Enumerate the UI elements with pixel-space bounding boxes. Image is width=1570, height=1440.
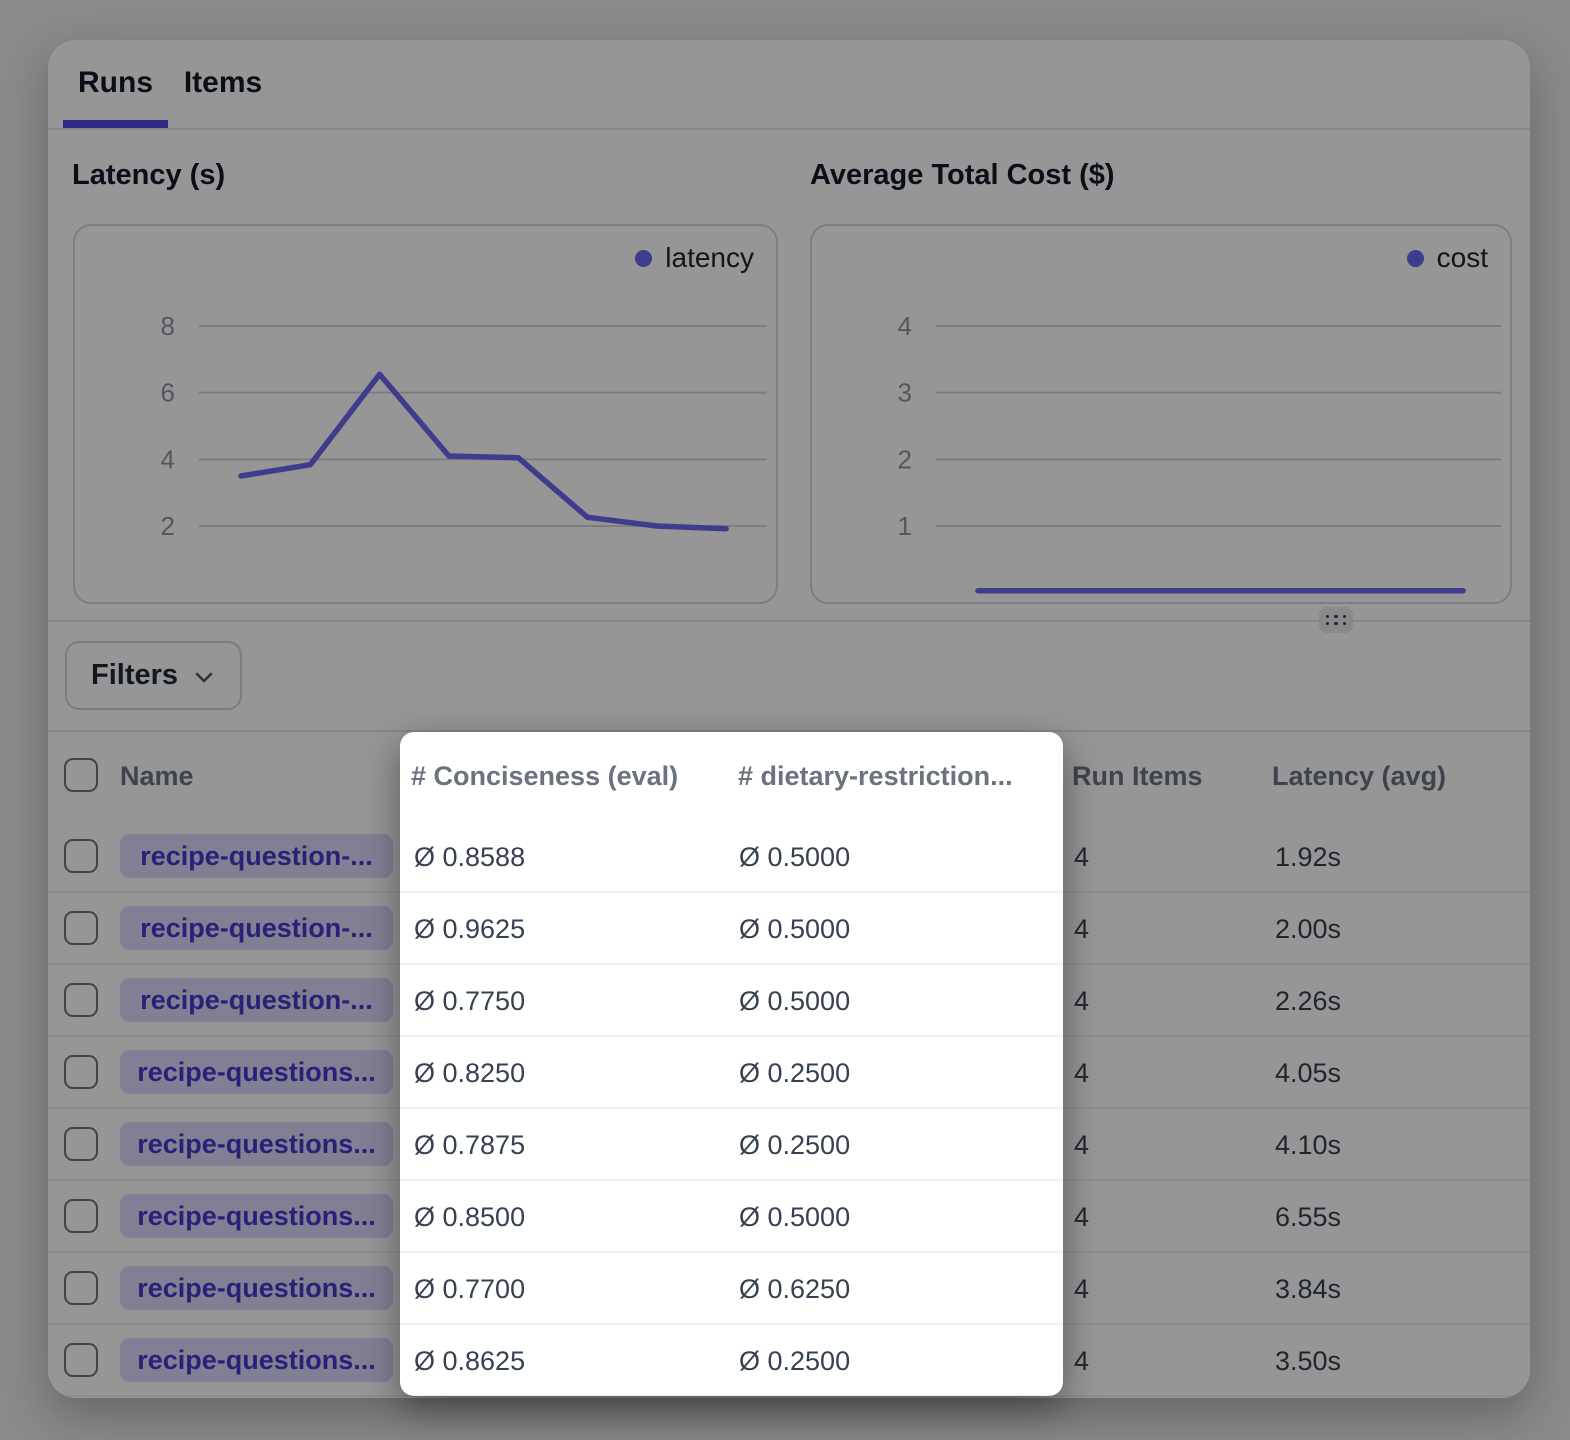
latency-avg-value: 2.26s <box>1275 965 1341 1037</box>
column-header-run-items: Run Items <box>1072 732 1203 821</box>
latency-avg-value: 3.84s <box>1275 1253 1341 1325</box>
latency-line-chart: 2 4 6 8 <box>75 226 776 602</box>
table-row[interactable]: recipe-questions... Ø 0.8500 Ø 0.5000 4 … <box>48 1181 1530 1253</box>
run-name-pill[interactable]: recipe-question-... <box>120 978 393 1022</box>
table-body: recipe-question-... Ø 0.8588 Ø 0.5000 4 … <box>48 821 1530 1397</box>
latency-legend: latency <box>635 242 754 274</box>
drag-dots-icon <box>1326 615 1346 626</box>
run-name-pill[interactable]: recipe-questions... <box>120 1266 393 1310</box>
run-name-pill[interactable]: recipe-questions... <box>120 1338 393 1382</box>
tab-bar: Runs Items <box>48 40 1530 130</box>
latency-chart-title: Latency (s) <box>72 159 225 192</box>
table-header: Name # Conciseness (eval) # dietary-rest… <box>48 732 1530 823</box>
row-checkbox[interactable] <box>64 983 98 1017</box>
table-row[interactable]: recipe-questions... Ø 0.8625 Ø 0.2500 4 … <box>48 1325 1530 1397</box>
row-checkbox[interactable] <box>64 911 98 945</box>
runs-table: Name # Conciseness (eval) # dietary-rest… <box>48 730 1530 1398</box>
cost-chart: 1 2 3 4 cost <box>810 224 1512 604</box>
run-items-value: 4 <box>1074 965 1089 1037</box>
run-items-value: 4 <box>1074 1253 1089 1325</box>
run-name-pill[interactable]: recipe-questions... <box>120 1050 393 1094</box>
run-items-value: 4 <box>1074 1109 1089 1181</box>
column-header-name: Name <box>120 732 194 821</box>
table-row[interactable]: recipe-questions... Ø 0.7700 Ø 0.6250 4 … <box>48 1253 1530 1325</box>
cost-chart-title: Average Total Cost ($) <box>810 159 1115 192</box>
svg-text:1: 1 <box>898 511 912 541</box>
conciseness-value: Ø 0.8500 <box>414 1181 525 1253</box>
row-checkbox[interactable] <box>64 1127 98 1161</box>
conciseness-value: Ø 0.7700 <box>414 1253 525 1325</box>
dietary-restriction-value: Ø 0.5000 <box>739 1181 850 1253</box>
filters-button[interactable]: Filters <box>65 641 242 710</box>
svg-text:4: 4 <box>898 311 912 341</box>
cost-legend-dot-icon <box>1407 250 1424 267</box>
latency-avg-value: 4.05s <box>1275 1037 1341 1109</box>
conciseness-value: Ø 0.8625 <box>414 1325 525 1397</box>
tab-runs-label: Runs <box>78 66 153 100</box>
column-header-conciseness: # Conciseness (eval) <box>411 732 678 821</box>
section-divider <box>48 620 1530 622</box>
svg-text:3: 3 <box>898 378 912 408</box>
chevron-down-icon <box>192 665 216 689</box>
latency-chart: 2 4 6 8 latency <box>73 224 778 604</box>
select-all-checkbox[interactable] <box>64 758 98 792</box>
dietary-restriction-value: Ø 0.2500 <box>739 1109 850 1181</box>
dietary-restriction-value: Ø 0.6250 <box>739 1253 850 1325</box>
dietary-restriction-value: Ø 0.2500 <box>739 1325 850 1397</box>
table-row[interactable]: recipe-question-... Ø 0.7750 Ø 0.5000 4 … <box>48 965 1530 1037</box>
row-checkbox[interactable] <box>64 1199 98 1233</box>
tab-items-label: Items <box>184 66 262 100</box>
cost-legend: cost <box>1407 242 1488 274</box>
svg-text:6: 6 <box>161 378 175 408</box>
run-name-pill[interactable]: recipe-questions... <box>120 1194 393 1238</box>
latency-avg-value: 2.00s <box>1275 893 1341 965</box>
page: Runs Items Latency (s) Average Total Cos… <box>0 0 1570 1440</box>
svg-text:4: 4 <box>161 444 175 474</box>
evals-panel: Runs Items Latency (s) Average Total Cos… <box>48 40 1530 1398</box>
table-row[interactable]: recipe-questions... Ø 0.8250 Ø 0.2500 4 … <box>48 1037 1530 1109</box>
column-header-dietary-restriction: # dietary-restriction... <box>738 732 1013 821</box>
column-header-latency-avg: Latency (avg) <box>1272 732 1446 821</box>
filters-button-label: Filters <box>91 659 178 692</box>
dietary-restriction-value: Ø 0.5000 <box>739 893 850 965</box>
table-row[interactable]: recipe-question-... Ø 0.8588 Ø 0.5000 4 … <box>48 821 1530 893</box>
active-tab-underline <box>63 120 168 128</box>
latency-avg-value: 1.92s <box>1275 821 1341 893</box>
row-checkbox[interactable] <box>64 1055 98 1089</box>
row-checkbox[interactable] <box>64 839 98 873</box>
run-items-value: 4 <box>1074 821 1089 893</box>
dietary-restriction-value: Ø 0.2500 <box>739 1037 850 1109</box>
tab-runs[interactable]: Runs <box>63 40 168 126</box>
latency-avg-value: 6.55s <box>1275 1181 1341 1253</box>
drag-handle[interactable] <box>1319 607 1353 633</box>
svg-text:2: 2 <box>161 511 175 541</box>
latency-legend-dot-icon <box>635 250 652 267</box>
table-row[interactable]: recipe-question-... Ø 0.9625 Ø 0.5000 4 … <box>48 893 1530 965</box>
run-items-value: 4 <box>1074 1181 1089 1253</box>
conciseness-value: Ø 0.7875 <box>414 1109 525 1181</box>
latency-avg-value: 4.10s <box>1275 1109 1341 1181</box>
run-name-pill[interactable]: recipe-question-... <box>120 906 393 950</box>
latency-legend-label: latency <box>665 242 754 274</box>
tab-items[interactable]: Items <box>185 40 261 126</box>
row-checkbox[interactable] <box>64 1271 98 1305</box>
cost-line-chart: 1 2 3 4 <box>812 226 1510 602</box>
conciseness-value: Ø 0.9625 <box>414 893 525 965</box>
table-row[interactable]: recipe-questions... Ø 0.7875 Ø 0.2500 4 … <box>48 1109 1530 1181</box>
conciseness-value: Ø 0.8588 <box>414 821 525 893</box>
svg-text:8: 8 <box>161 311 175 341</box>
run-items-value: 4 <box>1074 1037 1089 1109</box>
run-items-value: 4 <box>1074 893 1089 965</box>
conciseness-value: Ø 0.8250 <box>414 1037 525 1109</box>
latency-avg-value: 3.50s <box>1275 1325 1341 1397</box>
run-name-pill[interactable]: recipe-question-... <box>120 834 393 878</box>
cost-legend-label: cost <box>1437 242 1488 274</box>
run-items-value: 4 <box>1074 1325 1089 1397</box>
run-name-pill[interactable]: recipe-questions... <box>120 1122 393 1166</box>
dietary-restriction-value: Ø 0.5000 <box>739 821 850 893</box>
dietary-restriction-value: Ø 0.5000 <box>739 965 850 1037</box>
row-checkbox[interactable] <box>64 1343 98 1377</box>
svg-text:2: 2 <box>898 444 912 474</box>
conciseness-value: Ø 0.7750 <box>414 965 525 1037</box>
